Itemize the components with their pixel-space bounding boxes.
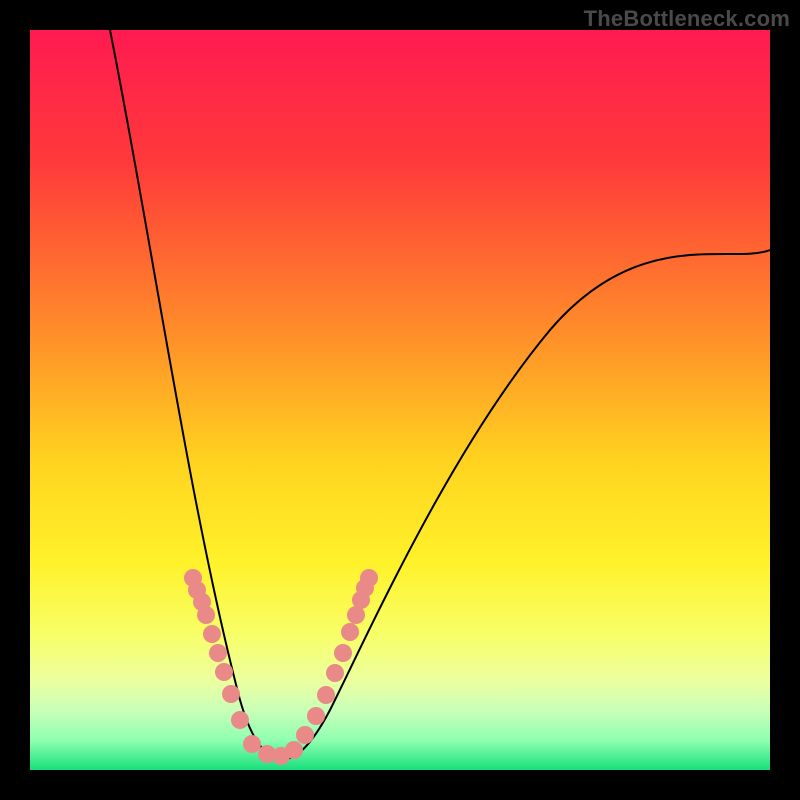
chart-background bbox=[30, 30, 770, 770]
data-marker bbox=[317, 686, 335, 704]
data-marker bbox=[197, 606, 215, 624]
data-marker bbox=[334, 644, 352, 662]
data-marker bbox=[222, 685, 240, 703]
plot-area bbox=[30, 30, 770, 770]
data-marker bbox=[341, 623, 359, 641]
chart-svg bbox=[30, 30, 770, 770]
data-marker bbox=[326, 664, 344, 682]
data-marker bbox=[203, 625, 221, 643]
watermark-text: TheBottleneck.com bbox=[584, 6, 790, 32]
data-marker bbox=[215, 663, 233, 681]
data-marker bbox=[285, 741, 303, 759]
data-marker bbox=[231, 711, 249, 729]
chart-frame: TheBottleneck.com bbox=[0, 0, 800, 800]
data-marker bbox=[243, 735, 261, 753]
data-marker bbox=[209, 644, 227, 662]
data-marker bbox=[360, 569, 378, 587]
data-marker bbox=[296, 726, 314, 744]
data-marker bbox=[307, 707, 325, 725]
